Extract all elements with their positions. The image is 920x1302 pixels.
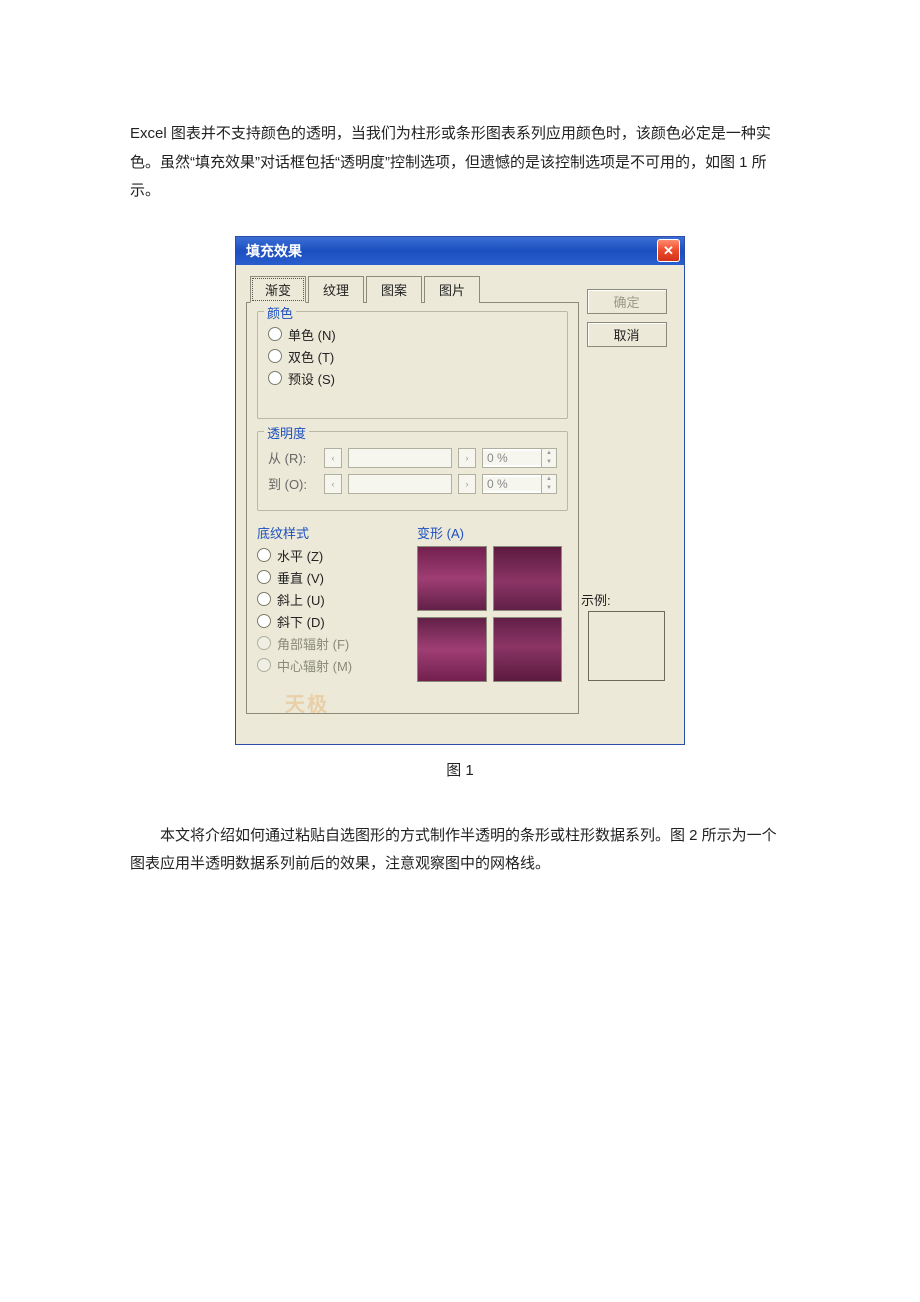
dialog-titlebar[interactable]: 填充效果 ✕ [236,237,684,265]
example-preview [588,611,665,681]
group-shading-style: 底纹样式 水平 (Z) 垂直 (V) [257,523,397,682]
tab-strip: 渐变 纹理 图案 图片 [250,276,579,303]
variant-1[interactable] [417,546,487,611]
figure-1-caption: 图 1 [130,759,790,780]
transparency-from-row: 从 (R): ‹ › 0 % ▲▼ [268,448,557,468]
dialog-right-column: 确定 取消 示例: [579,275,674,714]
spin-to: 0 % ▲▼ [482,474,557,494]
slider-track-from [348,448,452,468]
spin-arrows: ▲▼ [541,475,556,493]
slider-left-button: ‹ [324,448,342,468]
tab-pattern[interactable]: 图案 [366,276,422,303]
slider-right-button: › [458,474,476,494]
paragraph-2: 本文将介绍如何通过粘贴自选图形的方式制作半透明的条形或柱形数据系列。图 2 所示… [130,822,790,879]
dialog-left-column: 渐变 纹理 图案 图片 颜色 单色 (N) [246,275,579,714]
radio-label: 双色 (T) [288,347,334,366]
slider-right-button: › [458,448,476,468]
radio-icon [257,636,271,650]
radio-icon [268,349,282,363]
group-color: 颜色 单色 (N) 双色 (T) 预设 (S) [257,311,568,419]
spin-arrows: ▲▼ [541,449,556,467]
cancel-button[interactable]: 取消 [587,322,667,347]
close-button[interactable]: ✕ [657,239,680,262]
tab-panel-gradient: 颜色 单色 (N) 双色 (T) 预设 (S) [246,302,579,714]
group-transparency: 透明度 从 (R): ‹ › 0 % ▲▼ [257,431,568,511]
radio-label: 水平 (Z) [277,546,323,565]
radio-icon [257,658,271,672]
slider-track-to [348,474,452,494]
watermark-icon: 天极 [285,688,329,717]
variant-2[interactable] [493,546,563,611]
dialog-title: 填充效果 [240,241,302,261]
group-color-title: 颜色 [264,303,296,322]
close-icon: ✕ [663,244,674,257]
tab-picture[interactable]: 图片 [424,276,480,303]
from-label: 从 (R): [268,448,318,467]
paragraph-1: Excel 图表并不支持颜色的透明，当我们为柱形或条形图表系列应用颜色时，该颜色… [130,120,790,206]
group-transparency-title: 透明度 [264,423,309,442]
group-style-title: 底纹样式 [257,523,397,542]
variants-grid [417,546,562,682]
radio-icon [257,592,271,606]
ok-button[interactable]: 确定 [587,289,667,314]
dialog-body: 渐变 纹理 图案 图片 颜色 单色 (N) [236,265,684,744]
radio-icon [257,570,271,584]
radio-label: 中心辐射 (M) [277,656,352,675]
radio-two-color[interactable]: 双色 (T) [268,347,557,366]
radio-label: 预设 (S) [288,369,335,388]
radio-icon [257,614,271,628]
variants-title: 变形 (A) [417,523,568,542]
group-variants: 变形 (A) [417,523,568,682]
figure-1: 填充效果 ✕ 渐变 纹理 图案 图片 颜色 [130,236,790,745]
radio-diagonal-up[interactable]: 斜上 (U) [257,590,397,609]
spin-from-value: 0 % [483,451,541,465]
tab-texture[interactable]: 纹理 [308,276,364,303]
variant-4[interactable] [493,617,563,682]
radio-one-color[interactable]: 单色 (N) [268,325,557,344]
transparency-to-row: 到 (O): ‹ › 0 % ▲▼ [268,474,557,494]
to-label: 到 (O): [268,474,318,493]
radio-vertical[interactable]: 垂直 (V) [257,568,397,587]
radio-label: 单色 (N) [288,325,336,344]
radio-label: 斜下 (D) [277,612,325,631]
spin-to-value: 0 % [483,477,541,491]
radio-icon [268,327,282,341]
example-label: 示例: [581,590,611,609]
fill-effects-dialog: 填充效果 ✕ 渐变 纹理 图案 图片 颜色 [235,236,685,745]
radio-horizontal[interactable]: 水平 (Z) [257,546,397,565]
radio-label: 角部辐射 (F) [277,634,349,653]
radio-diagonal-down[interactable]: 斜下 (D) [257,612,397,631]
radio-label: 垂直 (V) [277,568,324,587]
radio-icon [257,548,271,562]
variant-3[interactable] [417,617,487,682]
spin-from: 0 % ▲▼ [482,448,557,468]
bottom-area: 底纹样式 水平 (Z) 垂直 (V) [257,523,568,682]
radio-from-center[interactable]: 中心辐射 (M) [257,656,397,675]
slider-left-button: ‹ [324,474,342,494]
radio-label: 斜上 (U) [277,590,325,609]
radio-icon [268,371,282,385]
tab-gradient[interactable]: 渐变 [250,276,306,303]
radio-preset[interactable]: 预设 (S) [268,369,557,388]
radio-from-corner[interactable]: 角部辐射 (F) [257,634,397,653]
document-page: Excel 图表并不支持颜色的透明，当我们为柱形或条形图表系列应用颜色时，该颜色… [0,0,920,1302]
